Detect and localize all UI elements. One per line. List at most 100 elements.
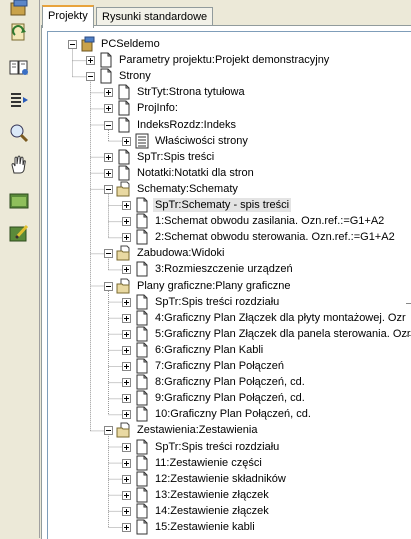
tree-item-label: 14:Zestawienie złączek: [155, 504, 269, 517]
tree-item[interactable]: 12:Zestawienie składników: [134, 471, 288, 487]
collapse-toggle-icon[interactable]: [104, 281, 113, 291]
expand-toggle-icon[interactable]: [122, 313, 131, 323]
tab-rysunki-standardowe[interactable]: Rysunki standardowe: [96, 7, 214, 26]
expand-toggle-icon[interactable]: [86, 56, 95, 66]
expand-toggle-icon[interactable]: [104, 88, 113, 98]
tree-item[interactable]: SpTr:Spis treści: [116, 149, 216, 165]
page-icon: [116, 165, 132, 181]
tree-item[interactable]: 4:Graficzny Plan Złączek dla płyty monta…: [134, 310, 408, 326]
tree-item-label: 8:Graficzny Plan Połączeń, cd.: [155, 376, 305, 389]
tree-item[interactable]: 10:Graficzny Plan Połączeń, cd.: [134, 406, 313, 422]
expand-toggle-icon[interactable]: [122, 442, 131, 452]
panel-edge-mark: [406, 335, 411, 336]
expand-toggle-icon[interactable]: [122, 233, 131, 243]
tree-item-label: 4:Graficzny Plan Złączek dla płyty monta…: [155, 311, 406, 324]
tree-item[interactable]: ProjInfo:: [116, 100, 180, 116]
tree-item[interactable]: 5:Graficzny Plan Złączek dla panela ster…: [134, 326, 411, 342]
tree-item[interactable]: StrTyt:Strona tytułowa: [116, 84, 247, 100]
collapse-toggle-icon[interactable]: [104, 426, 113, 436]
tree-item-label: 2:Schemat obwodu sterowania. Ozn.ref.:=G…: [155, 231, 395, 244]
expand-toggle-icon[interactable]: [122, 458, 131, 468]
page-icon: [134, 358, 150, 374]
expand-toggle-icon[interactable]: [122, 523, 131, 532]
folder-icon: [116, 181, 132, 197]
collapse-toggle-icon[interactable]: [104, 184, 113, 194]
tree-item-label: 11:Zestawienie części: [155, 456, 262, 469]
tree-item[interactable]: Zabudowa:Widoki: [116, 245, 226, 261]
tree-item[interactable]: Zestawienia:Zestawienia: [116, 422, 259, 438]
edit-button[interactable]: [5, 220, 33, 248]
expand-toggle-icon[interactable]: [122, 297, 131, 307]
tree-item-label: Schematy:Schematy: [137, 182, 238, 195]
tree-item[interactable]: Właściwości strony: [134, 133, 250, 149]
expand-toggle-icon[interactable]: [122, 329, 131, 339]
tree-item[interactable]: SpTr:Schematy - spis treści: [134, 197, 292, 213]
tree-item-label: SpTr:Spis treści rozdziału: [155, 295, 280, 308]
rotate-icon: [8, 21, 30, 43]
list-arrow-icon: [8, 89, 30, 111]
tree-item-label: Plany graficzne:Plany graficzne: [137, 279, 291, 292]
tree-item-label: ProjInfo:: [137, 102, 178, 115]
expand-toggle-icon[interactable]: [122, 394, 131, 404]
tree-item[interactable]: 15:Zestawienie kabli: [134, 519, 257, 535]
tree-item[interactable]: Plany graficzne:Plany graficzne: [116, 278, 292, 294]
expand-toggle-icon[interactable]: [122, 378, 131, 388]
page-icon: [134, 471, 150, 487]
expand-toggle-icon[interactable]: [122, 136, 131, 146]
page-icon: [134, 342, 150, 358]
page-icon: [116, 149, 132, 165]
tree-item[interactable]: 1:Schemat obwodu zasilania. Ozn.ref.:=G1…: [134, 213, 386, 229]
tree-item[interactable]: 14:Zestawienie złączek: [134, 503, 271, 519]
tree-item[interactable]: 7:Graficzny Plan Połączeń: [134, 358, 286, 374]
expand-toggle-icon[interactable]: [122, 506, 131, 516]
book-button[interactable]: [5, 53, 33, 81]
expand-toggle-icon[interactable]: [104, 168, 113, 178]
tree-item[interactable]: 6:Graficzny Plan Kabli: [134, 342, 265, 358]
edit-icon: [8, 223, 30, 245]
tree-item-label: Parametry projektu:Projekt demonstracyjn…: [119, 54, 330, 67]
expand-toggle-icon[interactable]: [122, 362, 131, 371]
list-arrow-button[interactable]: [5, 86, 33, 114]
expand-toggle-icon[interactable]: [122, 345, 131, 355]
tree-item[interactable]: Schematy:Schematy: [116, 181, 240, 197]
zoom-button[interactable]: [5, 119, 33, 147]
panel-edge-mark: [406, 303, 411, 304]
expand-toggle-icon[interactable]: [122, 217, 131, 227]
tree-item[interactable]: 9:Graficzny Plan Połączeń, cd.: [134, 390, 307, 406]
collapse-toggle-icon[interactable]: [86, 72, 95, 82]
collapse-toggle-icon[interactable]: [68, 40, 77, 49]
tree-item[interactable]: SpTr:Spis treści rozdziału: [134, 439, 281, 455]
pan-hand-button[interactable]: [5, 151, 33, 179]
expand-toggle-icon[interactable]: [122, 410, 131, 420]
window-button[interactable]: [5, 187, 33, 215]
expand-toggle-icon[interactable]: [104, 104, 113, 114]
expand-toggle-icon[interactable]: [122, 490, 131, 500]
project-icon: [8, 0, 30, 19]
tree-item[interactable]: 3:Rozmieszczenie urządzeń: [134, 261, 295, 277]
tree-item[interactable]: PCSeldemo: [80, 36, 162, 52]
tree-item-label: Zestawienia:Zestawienia: [137, 424, 258, 437]
expand-toggle-icon[interactable]: [122, 201, 131, 210]
expand-toggle-icon[interactable]: [122, 474, 131, 484]
tree-item-label: 9:Graficzny Plan Połączeń, cd.: [155, 392, 305, 405]
tree-item[interactable]: 8:Graficzny Plan Połączeń, cd.: [134, 374, 307, 390]
folder-icon: [116, 422, 132, 438]
tree-item[interactable]: 11:Zestawienie części: [134, 455, 264, 471]
tree-item-label: 12:Zestawienie składników: [155, 472, 286, 485]
expand-toggle-icon[interactable]: [104, 152, 113, 162]
project-tree[interactable]: PCSeldemo Parametry projektu:Projekt demo…: [48, 32, 411, 535]
page-icon: [134, 374, 150, 390]
tree-item[interactable]: SpTr:Spis treści rozdziału: [134, 294, 281, 310]
collapse-toggle-icon[interactable]: [104, 120, 113, 130]
tree-item[interactable]: Notatki:Notatki dla stron: [116, 165, 256, 181]
rotate-button[interactable]: [5, 18, 33, 46]
collapse-toggle-icon[interactable]: [104, 249, 113, 259]
tree-item[interactable]: 2:Schemat obwodu sterowania. Ozn.ref.:=G…: [134, 229, 397, 245]
tree-item-label: SpTr:Spis treści rozdziału: [155, 440, 280, 453]
tree-item[interactable]: Parametry projektu:Projekt demonstracyjn…: [98, 52, 331, 68]
expand-toggle-icon[interactable]: [122, 265, 131, 275]
tree-item[interactable]: 13:Zestawienie złączek: [134, 487, 271, 503]
tree-item[interactable]: IndeksRozdz:Indeks: [116, 117, 238, 133]
tree-item[interactable]: Strony: [98, 68, 153, 84]
tab-projekty[interactable]: Projekty: [42, 5, 94, 28]
